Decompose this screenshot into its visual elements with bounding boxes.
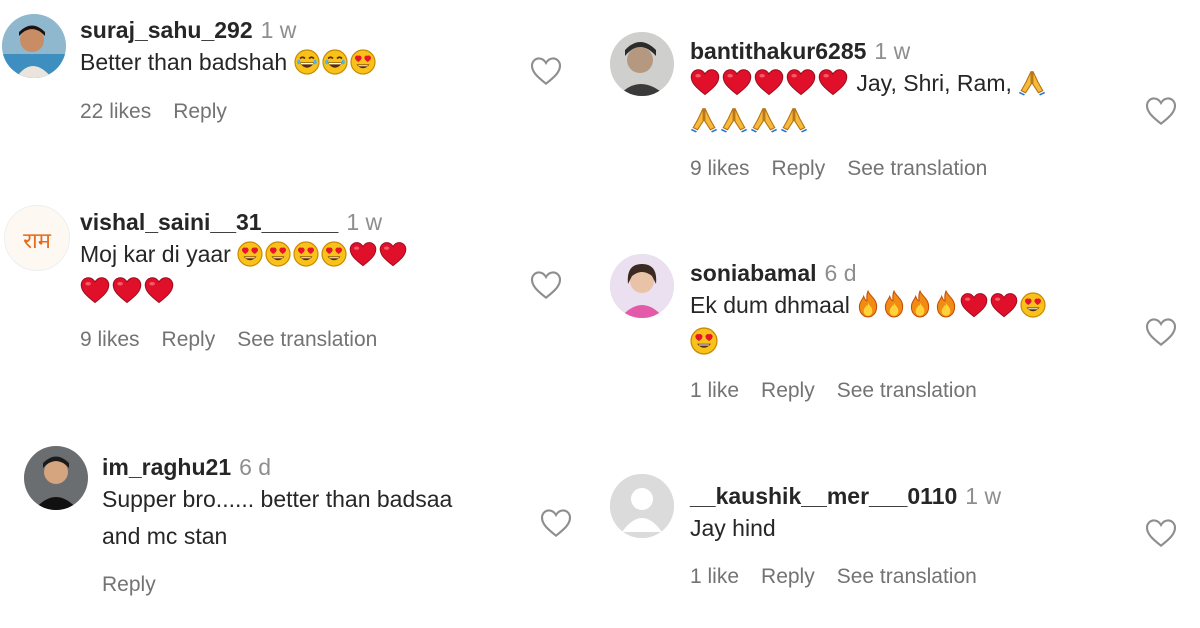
red-heart-emoji [80, 276, 110, 304]
comment-text: Supper bro...... better than badsaa [102, 486, 453, 512]
red-heart-emoji [722, 68, 752, 96]
comment-text-content: Better than badshah [80, 49, 288, 75]
red-heart-emoji [144, 276, 174, 304]
red-heart-emoji [379, 241, 407, 267]
red-heart-emoji [818, 68, 848, 96]
avatar[interactable] [610, 32, 674, 96]
reply-button[interactable]: Reply [761, 379, 815, 402]
avatar[interactable] [610, 474, 674, 538]
heart-outline-icon[interactable] [1145, 317, 1177, 347]
reply-button[interactable]: Reply [761, 565, 815, 588]
heart-outline-icon[interactable] [1145, 96, 1177, 126]
heart-outline-icon[interactable] [1145, 518, 1177, 548]
fire-emoji [882, 290, 906, 318]
heart-eyes-emoji [1020, 292, 1046, 318]
heart-eyes-emoji [293, 241, 319, 267]
comment-username[interactable]: suraj_sahu_292 [80, 17, 253, 43]
laugh-emoji [294, 49, 320, 75]
avatar[interactable]: राम [4, 205, 70, 271]
comment-text-content: Ek dum dhmaal [690, 292, 850, 318]
comment-text-content: Moj kar di yaar [80, 241, 231, 267]
fire-emoji [934, 290, 958, 318]
see-translation-link[interactable]: See translation [237, 328, 377, 351]
see-translation-link[interactable]: See translation [837, 565, 977, 588]
likes-count[interactable]: 1 like [690, 565, 739, 588]
comment-timestamp[interactable]: 1 w [261, 17, 297, 43]
see-translation-link[interactable]: See translation [847, 157, 987, 180]
comment-text-content: Jay, Shri, Ram, [856, 70, 1012, 96]
avatar[interactable] [610, 254, 674, 318]
red-heart-emoji [112, 276, 142, 304]
comment-emoji-line [80, 273, 520, 310]
laugh-emoji [322, 49, 348, 75]
pray-emoji [720, 105, 748, 133]
comment-username[interactable]: __kaushik__mer___0110 [690, 483, 957, 509]
red-heart-emoji [990, 292, 1018, 318]
reply-button[interactable]: Reply [772, 157, 826, 180]
avatar-logo-text: राम [23, 229, 52, 254]
comment-emoji-line [690, 102, 1130, 139]
comment-text: Moj kar di yaar [80, 236, 520, 273]
heart-eyes-emoji [237, 241, 263, 267]
heart-outline-icon[interactable] [540, 508, 572, 538]
pray-emoji [690, 105, 718, 133]
heart-outline-icon[interactable] [530, 270, 562, 300]
red-heart-emoji [754, 68, 784, 96]
avatar[interactable] [2, 14, 66, 78]
comment-username[interactable]: soniabamal [690, 260, 817, 286]
comment-text: Better than badshah [80, 44, 520, 81]
heart-eyes-emoji [321, 241, 347, 267]
heart-eyes-emoji [350, 49, 376, 75]
comment-timestamp[interactable]: 1 w [965, 483, 1001, 509]
reply-button[interactable]: Reply [173, 100, 227, 123]
avatar[interactable] [24, 446, 88, 510]
reply-button[interactable]: Reply [102, 573, 156, 596]
reply-button[interactable]: Reply [162, 328, 216, 351]
comment-username[interactable]: bantithakur6285 [690, 38, 866, 64]
comment-text: Jay hind [690, 515, 776, 541]
comment-timestamp[interactable]: 1 w [346, 209, 382, 235]
likes-count[interactable]: 1 like [690, 379, 739, 402]
comment-timestamp[interactable]: 6 d [239, 454, 271, 480]
likes-count[interactable]: 9 likes [690, 157, 750, 180]
comment-timestamp[interactable]: 1 w [874, 38, 910, 64]
red-heart-emoji [349, 241, 377, 267]
comment-timestamp[interactable]: 6 d [825, 260, 857, 286]
likes-count[interactable]: 22 likes [80, 100, 151, 123]
comment-emoji-line [690, 324, 1130, 361]
comment-text: Jay, Shri, Ram, [690, 65, 1130, 102]
red-heart-emoji [786, 68, 816, 96]
heart-eyes-emoji [265, 241, 291, 267]
pray-emoji [780, 105, 808, 133]
likes-count[interactable]: 9 likes [80, 328, 140, 351]
fire-emoji [856, 290, 880, 318]
fire-emoji [908, 290, 932, 318]
comment-username[interactable]: im_raghu21 [102, 454, 231, 480]
pray-emoji [1018, 68, 1046, 96]
see-translation-link[interactable]: See translation [837, 379, 977, 402]
red-heart-emoji [690, 68, 720, 96]
comment-text-line2: and mc stan [102, 523, 228, 549]
comment-text: Ek dum dhmaal [690, 287, 1130, 324]
pray-emoji [750, 105, 778, 133]
heart-eyes-emoji [690, 327, 718, 355]
heart-outline-icon[interactable] [530, 56, 562, 86]
comment-username[interactable]: vishal_saini__31______ [80, 209, 338, 235]
red-heart-emoji [960, 292, 988, 318]
